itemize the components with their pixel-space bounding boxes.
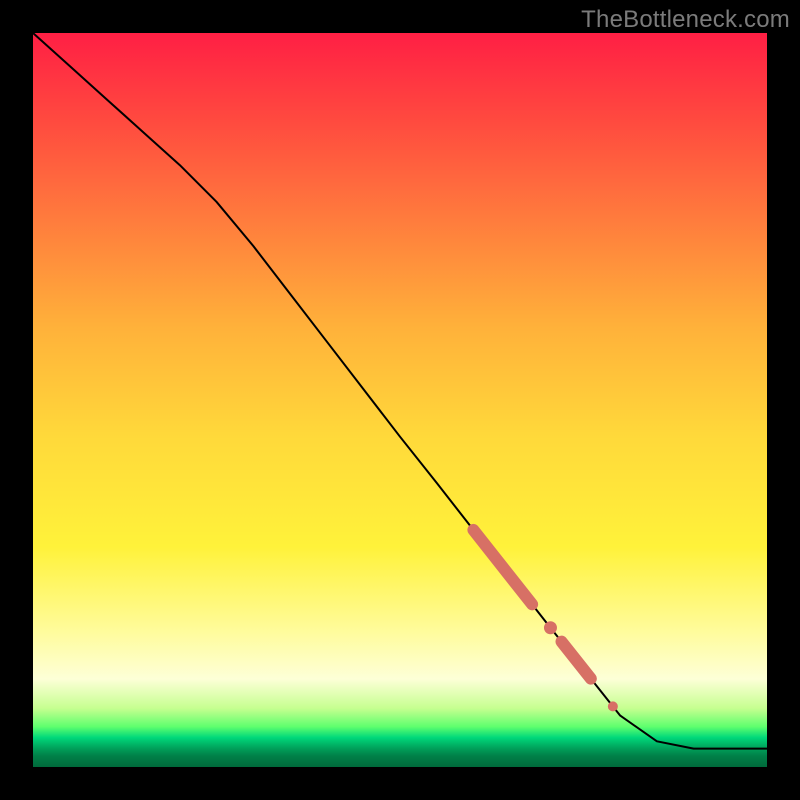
watermark-text: TheBottleneck.com	[581, 6, 790, 34]
marker-dot	[608, 701, 618, 711]
marker-segment	[473, 530, 532, 604]
marker-dot	[544, 621, 557, 634]
chart-stage: TheBottleneck.com	[0, 0, 800, 800]
marker-segment	[561, 642, 590, 679]
data-curve	[33, 33, 767, 749]
chart-overlay	[33, 33, 767, 767]
